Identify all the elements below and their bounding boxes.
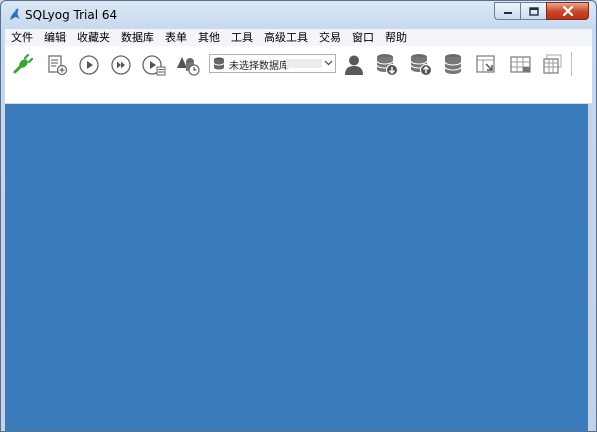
backup-database-button[interactable] (374, 52, 400, 78)
menu-tools[interactable]: 工具 (225, 29, 258, 46)
user-manager-icon (345, 55, 363, 75)
restore-database-button[interactable] (408, 52, 434, 78)
database-icon (213, 57, 225, 70)
execute-query-icon (79, 55, 99, 75)
toolbar-separator (571, 52, 572, 76)
connect-button[interactable] (9, 52, 35, 78)
new-query-editor-button[interactable] (44, 52, 70, 78)
maximize-button[interactable] (520, 2, 546, 20)
database-sync-button[interactable] (441, 52, 467, 78)
menu-others[interactable]: 其他 (192, 29, 225, 46)
workspace-area (5, 104, 588, 431)
new-query-editor-icon (48, 55, 68, 76)
window-controls (494, 2, 589, 20)
schema-designer-button[interactable] (175, 52, 201, 78)
table-data-button[interactable] (508, 52, 534, 78)
database-selector[interactable]: 未选择数据库 (209, 54, 336, 73)
menu-window[interactable]: 窗口 (346, 29, 379, 46)
menu-help[interactable]: 帮助 (379, 29, 412, 46)
execute-all-queries-button[interactable] (108, 52, 134, 78)
menu-transaction[interactable]: 交易 (313, 29, 346, 46)
database-selector-value: 未选择数据库 (229, 61, 289, 72)
database-sync-icon (444, 54, 462, 74)
connect-icon (13, 54, 33, 74)
toolbar: 未选择数据库 (5, 46, 592, 104)
execute-and-edit-button[interactable] (141, 52, 167, 78)
user-manager-button[interactable] (341, 52, 367, 78)
execute-and-edit-icon (142, 55, 166, 76)
menu-file[interactable]: 文件 (5, 29, 38, 46)
database-selector-field (286, 59, 322, 68)
import-external-data-icon (476, 55, 495, 73)
close-icon (562, 6, 573, 16)
window-frame-right (588, 104, 592, 431)
restore-database-icon (410, 54, 432, 76)
maximize-icon (528, 6, 539, 16)
close-button[interactable] (546, 2, 589, 20)
schema-designer-icon (177, 57, 200, 76)
minimize-icon (503, 12, 512, 14)
chevron-down-icon (324, 60, 333, 66)
title-bar[interactable]: SQLyog Trial 64 (1, 1, 596, 29)
menu-favorites[interactable]: 收藏夹 (71, 29, 115, 46)
table-data-icon (510, 56, 531, 73)
table-structure-icon (543, 54, 562, 74)
execute-query-button[interactable] (76, 52, 102, 78)
table-structure-button[interactable] (540, 52, 566, 78)
execute-all-queries-icon (111, 55, 131, 75)
backup-database-icon (376, 54, 398, 76)
menu-advanced-tools[interactable]: 高级工具 (258, 29, 313, 46)
menu-edit[interactable]: 编辑 (38, 29, 71, 46)
menu-bar: 文件 编辑 收藏夹 数据库 表单 其他 工具 高级工具 交易 窗口 帮助 (5, 29, 592, 46)
menu-table[interactable]: 表单 (159, 29, 192, 46)
minimize-button[interactable] (494, 2, 520, 20)
menu-database[interactable]: 数据库 (115, 29, 159, 46)
app-window: SQLyog Trial 64 文件 编辑 收藏夹 数据库 表单 其他 工具 高… (0, 0, 597, 432)
sqlyog-dolphin-icon (10, 8, 20, 20)
window-title: SQLyog Trial 64 (25, 8, 118, 22)
import-external-data-button[interactable] (474, 52, 500, 78)
